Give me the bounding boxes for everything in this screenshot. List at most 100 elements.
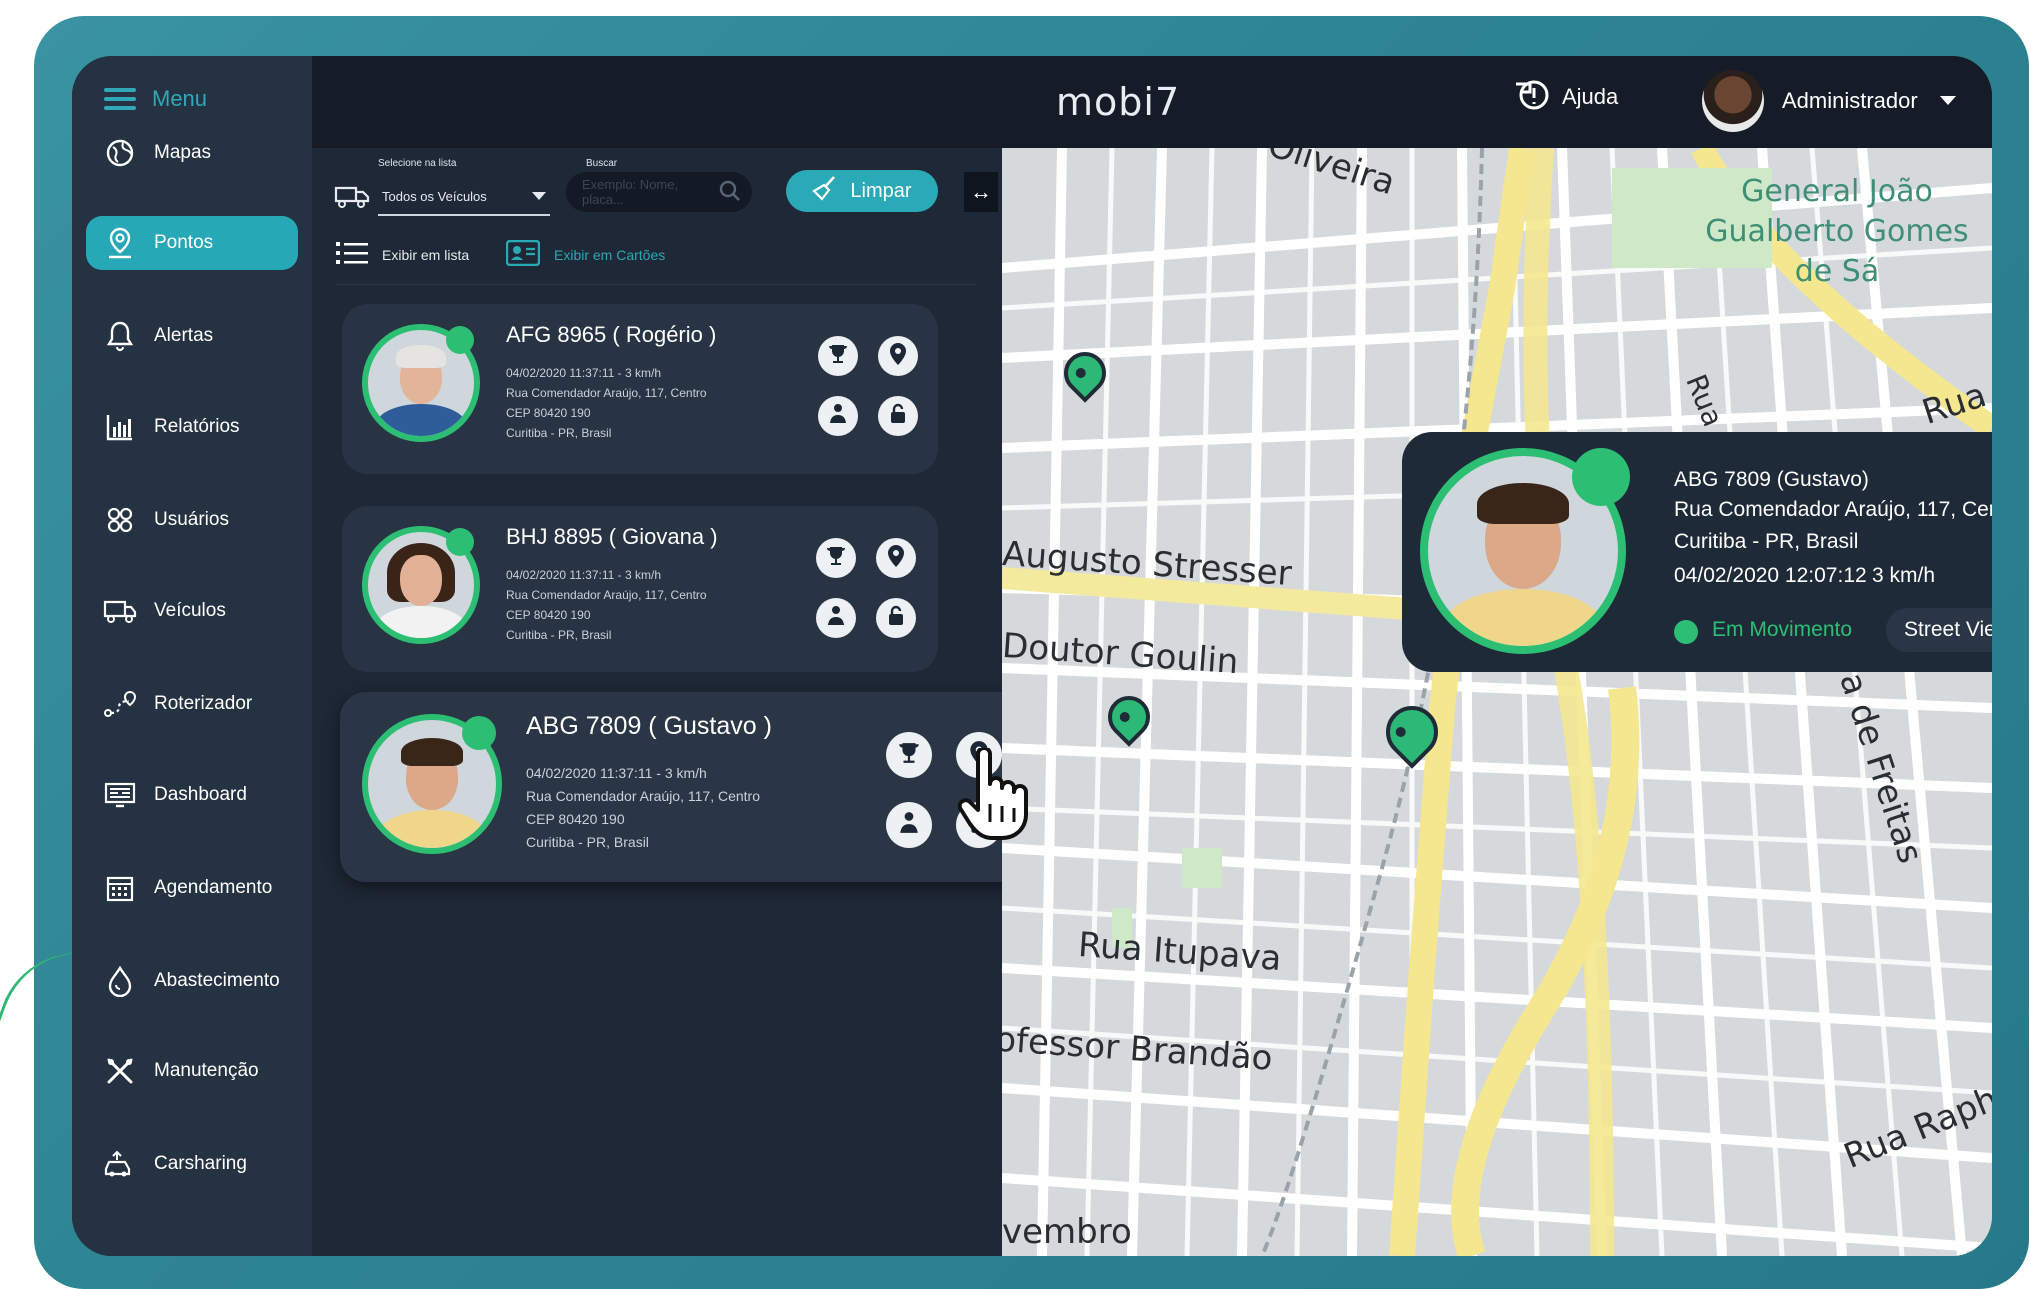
- online-status-dot: [446, 326, 474, 354]
- help-icon: [1512, 76, 1552, 118]
- divider: [336, 284, 976, 285]
- vehicle-card-rogerio[interactable]: AFG 8965 ( Rogério ) 04/02/2020 11:37:11…: [342, 304, 938, 474]
- search-placeholder: Exemplo: Nome, placa...: [582, 177, 679, 207]
- fuel-drop-icon: [102, 963, 138, 999]
- sidebar-item-mapas[interactable]: Mapas: [86, 126, 298, 180]
- list-icon: [336, 240, 368, 269]
- online-status-dot: [446, 528, 474, 556]
- view-list-label: Exibir em lista: [382, 246, 470, 263]
- popup-address: Rua Comendador Araújo, 117, Cen: [1674, 498, 1992, 521]
- sidebar-item-label: Roterizador: [154, 693, 253, 714]
- lock-icon: [888, 403, 908, 430]
- help-button[interactable]: Ajuda: [1512, 76, 1618, 118]
- sidebar-item-usuarios[interactable]: Usuários: [86, 493, 298, 547]
- trophy-icon: [827, 343, 849, 370]
- top-bar: mobi7 Ajuda Administrador: [312, 56, 1992, 148]
- card-title: AFG 8965 ( Rogério ): [506, 322, 717, 347]
- sidebar-item-label: Mapas: [154, 142, 212, 163]
- clear-button[interactable]: Limpar: [786, 170, 938, 212]
- vehicle-card-giovana[interactable]: BHJ 8895 ( Giovana ) 04/02/2020 11:37:11…: [342, 506, 938, 672]
- sidebar-item-label: Dashboard: [154, 784, 247, 805]
- sidebar-item-pontos[interactable]: Pontos: [86, 216, 298, 270]
- user-menu[interactable]: Administrador: [1702, 70, 1918, 132]
- card-datetime: 04/02/2020 11:37:11 - 3 km/h: [506, 366, 661, 380]
- location-button[interactable]: [878, 336, 918, 376]
- card-street: Rua Comendador Araújo, 117, Centro: [526, 788, 760, 804]
- lock-button[interactable]: [878, 396, 918, 436]
- users-icon: [102, 502, 138, 538]
- sidebar-item-label: Manutenção: [154, 1060, 259, 1081]
- chevron-down-icon: [532, 192, 546, 200]
- view-cards-toggle[interactable]: Exibir em Cartões: [505, 239, 665, 269]
- card-street: Rua Comendador Araújo, 117, Centro: [506, 588, 707, 602]
- sidebar: Menu Mapas Pontos Alertas Relatórios Usu…: [72, 56, 312, 1256]
- dashboard-icon: [102, 777, 138, 813]
- vehicle-panel: Selecione na lista Todos os Veículos Bus…: [312, 148, 1062, 1256]
- view-list-toggle[interactable]: Exibir em lista: [336, 240, 469, 269]
- resize-handle[interactable]: ↔: [964, 172, 998, 212]
- vehicle-select-value: Todos os Veículos: [382, 188, 487, 204]
- sidebar-item-manutencao[interactable]: Manutenção: [86, 1044, 298, 1098]
- sidebar-item-label: Alertas: [154, 325, 214, 346]
- sidebar-item-label: Relatórios: [154, 416, 240, 437]
- sidebar-item-label: Pontos: [154, 232, 214, 253]
- trophy-button[interactable]: [818, 336, 858, 376]
- popup-plate: ABG 7809 (Gustavo): [1674, 468, 1869, 491]
- search-icon: [718, 179, 742, 206]
- status-dot: [1674, 620, 1698, 644]
- search-input[interactable]: Exemplo: Nome, placa...: [566, 172, 752, 212]
- street-view-button[interactable]: Street Vie: [1886, 608, 1992, 652]
- globe-icon: [102, 135, 138, 171]
- sidebar-item-abastecimento[interactable]: Abastecimento: [86, 954, 298, 1008]
- card-datetime: 04/02/2020 11:37:11 - 3 km/h: [506, 568, 661, 582]
- sidebar-item-carsharing[interactable]: Carsharing: [86, 1137, 298, 1191]
- vehicle-info-popup: ABG 7809 (Gustavo) Rua Comendador Araújo…: [1402, 432, 1992, 672]
- lock-button[interactable]: [876, 598, 916, 638]
- card-cep: CEP 80420 190: [506, 406, 591, 420]
- card-cep: CEP 80420 190: [506, 608, 591, 622]
- car-share-icon: [102, 1146, 138, 1182]
- driver-button[interactable]: [816, 598, 856, 638]
- card-title: BHJ 8895 ( Giovana ): [506, 524, 718, 549]
- arrows-horizontal-icon: ↔: [970, 179, 992, 204]
- select-caption: Selecione na lista: [378, 158, 457, 169]
- trophy-button[interactable]: [886, 732, 932, 778]
- app-logo: mobi7: [1056, 80, 1181, 124]
- truck-icon: [334, 184, 370, 215]
- sidebar-item-veiculos[interactable]: Veículos: [86, 584, 298, 638]
- sidebar-item-label: Carsharing: [154, 1153, 247, 1174]
- sidebar-item-alertas[interactable]: Alertas: [86, 309, 298, 363]
- sidebar-item-roterizador[interactable]: Roterizador: [86, 677, 298, 731]
- card-city: Curitiba - PR, Brasil: [506, 426, 612, 440]
- sidebar-item-relatorios[interactable]: Relatórios: [86, 400, 298, 454]
- trophy-icon: [825, 545, 847, 572]
- driver-button[interactable]: [886, 802, 932, 848]
- card-title: ABG 7809 ( Gustavo ): [526, 712, 772, 740]
- popup-city: Curitiba - PR, Brasil: [1674, 530, 1859, 553]
- driver-icon: [825, 605, 847, 632]
- menu-toggle[interactable]: Menu: [104, 86, 207, 112]
- trophy-button[interactable]: [816, 538, 856, 578]
- vehicle-select[interactable]: Todos os Veículos: [378, 178, 550, 216]
- hand-cursor-icon: [957, 746, 1030, 849]
- location-button[interactable]: [876, 538, 916, 578]
- driver-icon: [897, 811, 921, 840]
- sidebar-item-dashboard[interactable]: Dashboard: [86, 768, 298, 822]
- map-pin-icon: [888, 342, 908, 371]
- calendar-icon: [102, 870, 138, 906]
- broom-icon: [812, 175, 838, 207]
- vehicle-card-gustavo[interactable]: ABG 7809 ( Gustavo ) 04/02/2020 11:37:11…: [340, 692, 1048, 882]
- route-icon: [102, 686, 138, 722]
- map-view[interactable]: Oliveira General João Gualberto Gomes de…: [1002, 148, 1992, 1256]
- truck-icon: [102, 593, 138, 629]
- search-caption: Buscar: [586, 158, 618, 169]
- sidebar-item-agendamento[interactable]: Agendamento: [86, 861, 298, 915]
- chevron-down-icon[interactable]: [1940, 96, 1956, 105]
- lock-icon: [886, 605, 906, 632]
- card-street: Rua Comendador Araújo, 117, Centro: [506, 386, 707, 400]
- card-city: Curitiba - PR, Brasil: [506, 628, 612, 642]
- popup-speed: 3 km/h: [1872, 564, 1936, 587]
- driver-button[interactable]: [818, 396, 858, 436]
- card-datetime: 04/02/2020 11:37:11 - 3 km/h: [526, 765, 707, 781]
- street-label: vembro: [1002, 1212, 1132, 1252]
